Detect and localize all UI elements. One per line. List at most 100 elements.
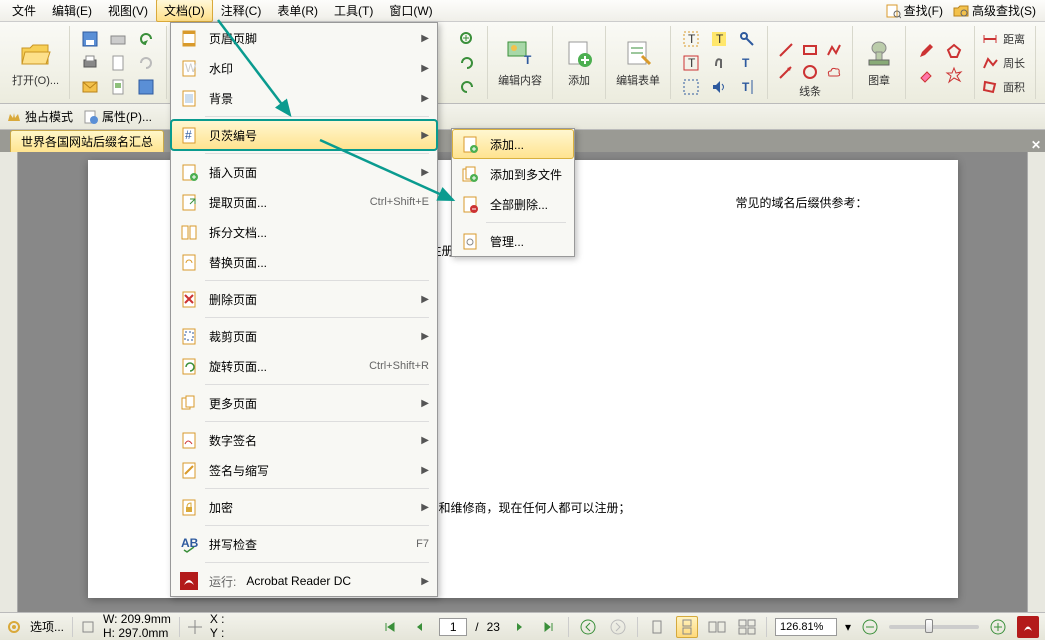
layout-single[interactable] — [646, 616, 668, 638]
menu-item-extract[interactable]: 提取页面...Ctrl+Shift+E — [171, 187, 437, 217]
add-button[interactable]: 添加 — [559, 26, 599, 99]
zoom-in-button[interactable] — [455, 28, 479, 50]
menu-item-header-footer[interactable]: 页眉页脚▶ — [171, 23, 437, 53]
menu-form[interactable]: 表单(R) — [269, 0, 326, 22]
zoom-in-button-status[interactable] — [987, 616, 1009, 638]
tool-text-frame[interactable]: T — [679, 52, 703, 74]
submenu-item-manage[interactable]: 管理... — [452, 226, 574, 256]
next-page-button[interactable] — [508, 616, 530, 638]
tool-eraser[interactable] — [914, 64, 938, 86]
add-multi-icon — [460, 164, 480, 184]
tool-star[interactable] — [942, 64, 966, 86]
menu-item-more[interactable]: 更多页面▶ — [171, 388, 437, 418]
adv-find-button[interactable]: 高级查找(S) — [948, 0, 1041, 21]
new-image-button[interactable] — [106, 76, 130, 98]
acrobat-button[interactable] — [1017, 616, 1039, 638]
menu-item-encrypt[interactable]: 加密▶ — [171, 492, 437, 522]
menu-item-split[interactable]: 拆分文档... — [171, 217, 437, 247]
tool-text-insert[interactable]: T — [735, 52, 759, 74]
measure-perimeter[interactable]: 周长 — [981, 51, 1025, 75]
stamp-button[interactable]: 图章 — [859, 26, 899, 99]
menu-comment[interactable]: 注释(C) — [213, 0, 270, 22]
undo-button[interactable] — [134, 28, 158, 50]
menu-item-spell[interactable]: ABC拼写检查F7 — [171, 529, 437, 559]
zoom-input[interactable] — [775, 618, 837, 636]
tool-key[interactable] — [735, 28, 759, 50]
redo-button[interactable] — [134, 52, 158, 74]
zoom-slider[interactable] — [889, 625, 979, 629]
options-button[interactable]: 选项... — [30, 618, 64, 635]
menu-file[interactable]: 文件 — [4, 0, 44, 22]
menu-document[interactable]: 文档(D) — [156, 0, 213, 22]
vertical-scrollbar[interactable] — [1027, 152, 1045, 612]
menu-edit[interactable]: 编辑(E) — [44, 0, 100, 22]
exclusive-mode-button[interactable]: 独占模式 — [6, 108, 73, 125]
prev-page-button[interactable] — [409, 616, 431, 638]
draw-arrow[interactable] — [774, 61, 798, 83]
svg-text:T: T — [688, 32, 696, 46]
menu-item-crop[interactable]: 裁剪页面▶ — [171, 321, 437, 351]
menu-item-watermark[interactable]: W水印▶ — [171, 53, 437, 83]
open-button[interactable]: 打开(O)... — [8, 26, 63, 99]
find-button[interactable]: 查找(F) — [880, 0, 948, 21]
tab-close-button[interactable]: ✕ — [1031, 138, 1041, 152]
measure-area[interactable]: 面积 — [981, 75, 1025, 99]
document-tab[interactable]: 世界各国网站后缀名汇总 — [10, 130, 164, 152]
draw-line[interactable] — [774, 39, 798, 61]
layout-facing-cont[interactable] — [736, 616, 758, 638]
zoom-slider-thumb[interactable] — [925, 619, 933, 633]
menu-item-delete[interactable]: 删除页面▶ — [171, 284, 437, 314]
menu-item-sign[interactable]: 数字签名▶ — [171, 425, 437, 455]
email-button[interactable] — [78, 76, 102, 98]
menu-item-initials[interactable]: 签名与缩写▶ — [171, 455, 437, 485]
tool-link[interactable] — [679, 76, 703, 98]
tool-text-select[interactable]: T — [679, 28, 703, 50]
submenu-item-remove-all[interactable]: 全部删除... — [452, 189, 574, 219]
menu-item-acrobat[interactable]: 运行:Acrobat Reader DC▶ — [171, 566, 437, 596]
rotate-ccw-button[interactable] — [455, 52, 479, 74]
page-number-input[interactable] — [439, 618, 467, 636]
menu-window[interactable]: 窗口(W) — [381, 0, 440, 22]
tool-highlight[interactable]: T — [707, 28, 731, 50]
save-as-button[interactable] — [134, 76, 158, 98]
edit-form-button[interactable]: 编辑表单 — [612, 26, 664, 99]
explosion-icon — [945, 66, 963, 84]
gear-icon[interactable] — [6, 619, 22, 635]
tool-text-vertical[interactable]: T — [735, 76, 759, 98]
menu-item-insert-page[interactable]: 插入页面▶ — [171, 157, 437, 187]
layout-continuous[interactable] — [676, 616, 698, 638]
zoom-out-button[interactable] — [859, 616, 881, 638]
nav-back-button[interactable] — [577, 616, 599, 638]
menu-item-rotate[interactable]: 旋转页面...Ctrl+Shift+R — [171, 351, 437, 381]
last-page-button[interactable] — [538, 616, 560, 638]
tool-sound[interactable] — [707, 76, 731, 98]
submenu-item-add[interactable]: 添加... — [452, 129, 574, 159]
draw-polyline[interactable] — [822, 39, 846, 61]
tool-pencil[interactable] — [914, 40, 938, 62]
draw-circle[interactable] — [798, 61, 822, 83]
draw-cloud[interactable] — [822, 61, 846, 83]
edit-content-button[interactable]: T 编辑内容 — [494, 26, 546, 99]
menu-item-replace[interactable]: 替换页面... — [171, 247, 437, 277]
print-button[interactable] — [78, 52, 102, 74]
menu-tool[interactable]: 工具(T) — [326, 0, 381, 22]
tool-polygon[interactable] — [942, 40, 966, 62]
submenu-item-add-multi[interactable]: 添加到多文件 — [452, 159, 574, 189]
draw-rect[interactable] — [798, 39, 822, 61]
measure-distance[interactable]: 距离 — [981, 27, 1025, 51]
more-icon — [179, 393, 199, 413]
save-button[interactable] — [78, 28, 102, 50]
menu-item-background[interactable]: 背景▶ — [171, 83, 437, 113]
scan-button[interactable] — [106, 28, 130, 50]
new-blank-button[interactable] — [106, 52, 130, 74]
zoom-dropdown[interactable]: ▾ — [845, 620, 851, 634]
properties-button[interactable]: 属性(P)... — [83, 108, 152, 125]
rotate-cw-button[interactable] — [455, 76, 479, 98]
layout-facing[interactable] — [706, 616, 728, 638]
menu-item-bates[interactable]: #贝茨编号▶ — [171, 120, 437, 150]
nav-fwd-button[interactable] — [607, 616, 629, 638]
first-page-button[interactable] — [379, 616, 401, 638]
menu-view[interactable]: 视图(V) — [100, 0, 156, 22]
tool-attach[interactable] — [707, 52, 731, 74]
bates-icon: # — [179, 125, 199, 145]
